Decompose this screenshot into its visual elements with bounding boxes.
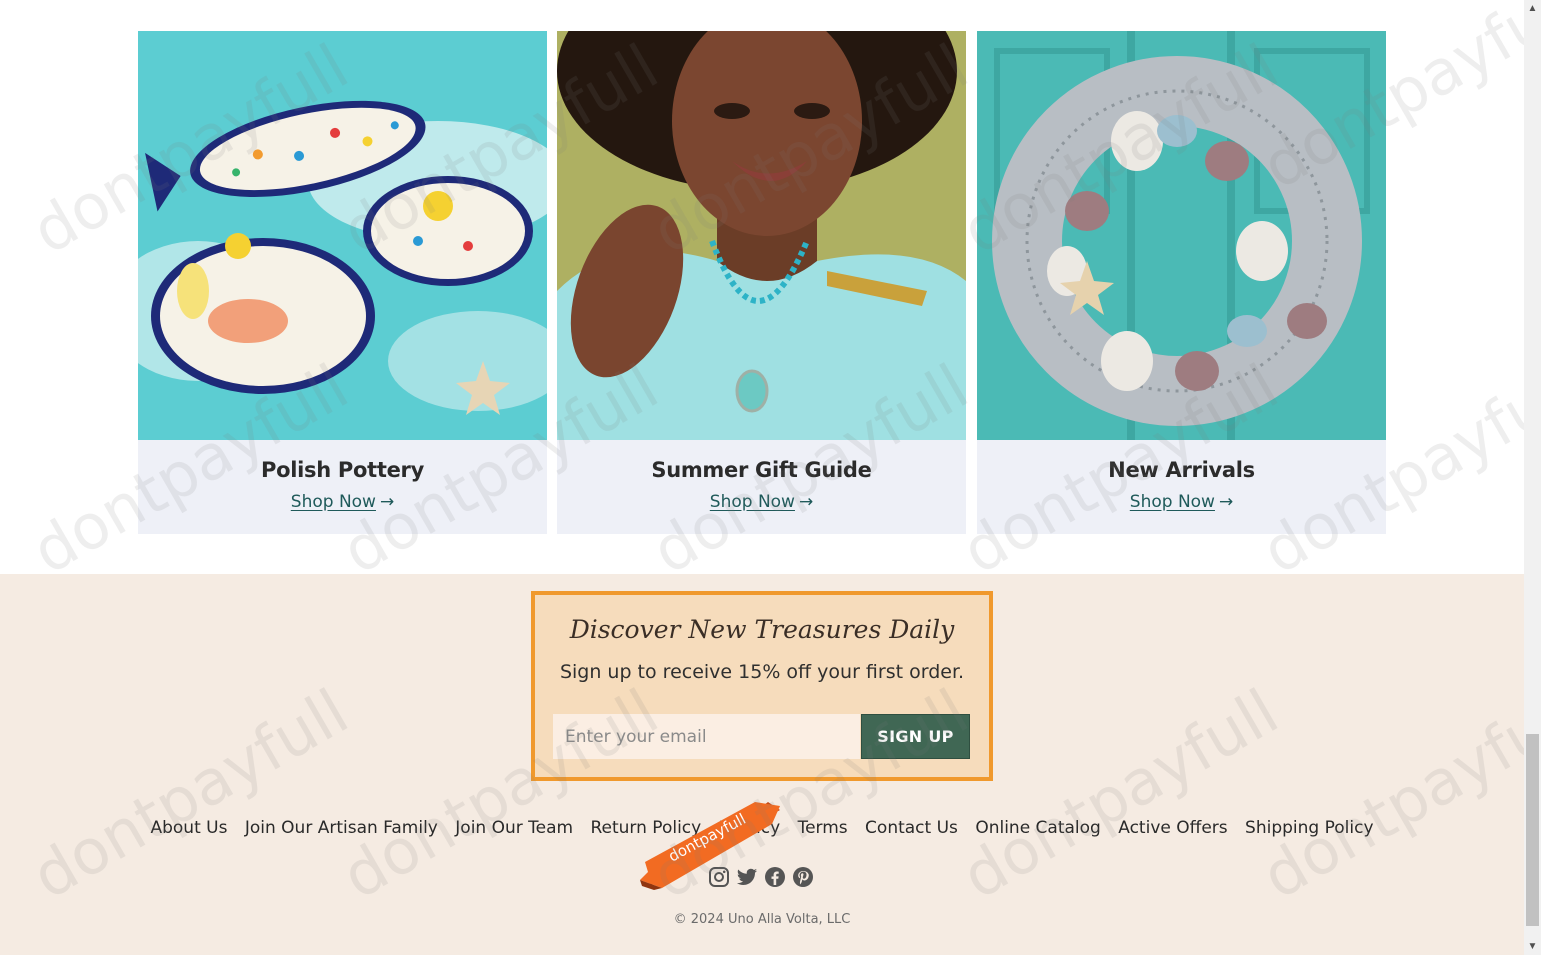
category-cards-section: Polish Pottery Shop Now → Summer Gift Gu…	[0, 0, 1524, 574]
scroll-down-arrow-icon[interactable]: ▼	[1524, 938, 1541, 955]
footer-link-contact-us[interactable]: Contact Us	[865, 818, 958, 838]
footer-link-join-our-team[interactable]: Join Our Team	[455, 818, 573, 838]
summer-gift-guide-image[interactable]	[557, 31, 966, 440]
page-scrollbar[interactable]: ▲ ▼	[1524, 0, 1541, 955]
dontpayfull-ribbon-badge[interactable]: dontpayfull	[640, 800, 790, 890]
signup-subtitle: Sign up to receive 15% off your first or…	[559, 661, 965, 683]
card-title[interactable]: Polish Pottery	[138, 458, 547, 482]
footer-link-join-artisan-family[interactable]: Join Our Artisan Family	[245, 818, 438, 838]
category-card-polish-pottery[interactable]: Polish Pottery Shop Now →	[138, 31, 547, 534]
copyright-text: © 2024 Uno Alla Volta, LLC	[673, 912, 851, 927]
category-card-summer-gift-guide[interactable]: Summer Gift Guide Shop Now →	[557, 31, 966, 534]
polish-pottery-image[interactable]	[138, 31, 547, 440]
new-arrivals-image[interactable]	[977, 31, 1386, 440]
shop-now-link[interactable]: Shop Now →	[557, 492, 966, 512]
arrow-right-icon: →	[379, 492, 395, 512]
arrow-right-icon: →	[1218, 492, 1234, 512]
footer-link-online-catalog[interactable]: Online Catalog	[975, 818, 1101, 838]
shop-now-link[interactable]: Shop Now →	[977, 492, 1386, 512]
scroll-up-arrow-icon[interactable]: ▲	[1524, 0, 1541, 17]
newsletter-signup-box: Discover New Treasures Daily Sign up to …	[531, 591, 993, 781]
signup-form: SIGN UP	[553, 714, 973, 759]
site-footer: Discover New Treasures Daily Sign up to …	[0, 574, 1524, 955]
card-title[interactable]: Summer Gift Guide	[557, 458, 966, 482]
shop-now-link[interactable]: Shop Now →	[138, 492, 547, 512]
arrow-right-icon: →	[798, 492, 814, 512]
signup-title: Discover New Treasures Daily	[569, 615, 955, 644]
footer-link-shipping-policy[interactable]: Shipping Policy	[1245, 818, 1373, 838]
pinterest-icon[interactable]	[792, 866, 814, 888]
card-title[interactable]: New Arrivals	[977, 458, 1386, 482]
category-card-new-arrivals[interactable]: New Arrivals Shop Now →	[977, 31, 1386, 534]
sign-up-button[interactable]: SIGN UP	[861, 714, 970, 759]
email-input[interactable]	[553, 714, 860, 759]
scrollbar-thumb[interactable]	[1526, 734, 1539, 926]
footer-link-terms[interactable]: Terms	[798, 818, 848, 838]
footer-link-about-us[interactable]: About Us	[150, 818, 227, 838]
footer-link-active-offers[interactable]: Active Offers	[1118, 818, 1227, 838]
